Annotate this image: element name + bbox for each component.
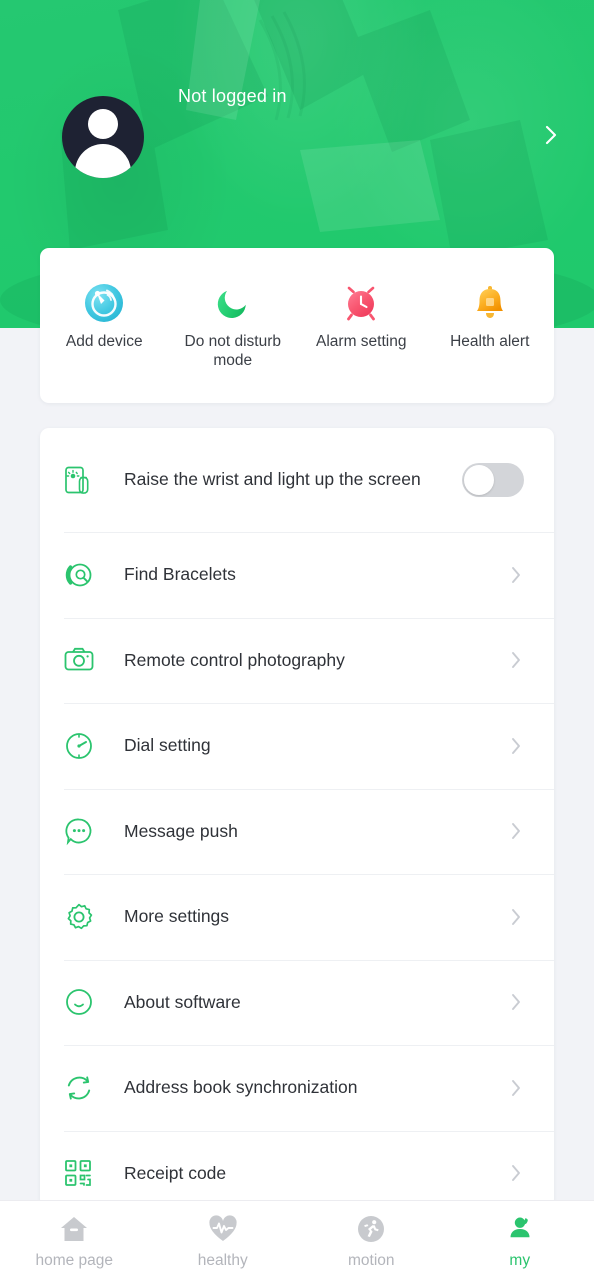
settings-row-remote-photography[interactable]: Remote control photography (40, 617, 554, 704)
settings-row-label: Remote control photography (124, 649, 345, 670)
camera-icon (64, 643, 108, 677)
quick-action-label: Add device (65, 333, 143, 350)
nav-item-label: home page (35, 1251, 114, 1269)
settings-row-label: Message push (124, 820, 238, 841)
toggle-knob (464, 465, 494, 495)
nav-item-label: healthy (197, 1251, 248, 1269)
smiley-face-icon (64, 985, 108, 1019)
settings-row-receipt-code[interactable]: Receipt code (40, 1130, 554, 1209)
moon-icon (212, 282, 254, 324)
login-status-text: Not logged in (178, 86, 287, 106)
quick-action-label: Do not disturb mode (184, 333, 282, 370)
settings-list-card: Raise the wrist and light up the screen … (40, 428, 554, 1208)
home-icon (57, 1212, 91, 1246)
wrist-raise-screen-icon (64, 463, 108, 497)
settings-row-raise-wrist[interactable]: Raise the wrist and light up the screen (40, 428, 554, 532)
nav-item-healthy[interactable]: healthy (149, 1212, 298, 1270)
settings-row-label: Dial setting (124, 735, 211, 756)
raise-wrist-toggle[interactable] (462, 463, 524, 497)
nav-item-my[interactable]: my (446, 1212, 594, 1270)
chevron-right-icon (508, 818, 524, 844)
message-bubble-icon (64, 814, 108, 848)
quick-action-label: Health alert (450, 333, 530, 350)
nav-item-motion[interactable]: motion (297, 1212, 446, 1270)
nav-item-home-page[interactable]: home page (0, 1212, 149, 1270)
settings-row-find-bracelets[interactable]: Find Bracelets (40, 532, 554, 618)
quick-actions-card: Add device Do not disturb mode Alarm set… (40, 248, 554, 403)
person-icon (503, 1212, 537, 1246)
chevron-right-icon (508, 1160, 524, 1186)
quick-action-add-device[interactable]: Add device (40, 282, 169, 351)
sync-refresh-icon (64, 1071, 108, 1105)
quick-action-alarm-setting[interactable]: Alarm setting (297, 282, 426, 351)
chevron-right-icon (508, 647, 524, 673)
settings-row-address-book-sync[interactable]: Address book synchronization (40, 1045, 554, 1131)
settings-row-label: Find Bracelets (124, 564, 236, 585)
watch-dial-icon (64, 729, 108, 763)
gear-icon (64, 900, 108, 934)
running-person-icon (354, 1212, 388, 1246)
settings-row-label: Receipt code (124, 1162, 227, 1183)
nav-item-label: my (509, 1251, 531, 1269)
nav-item-label: motion (347, 1251, 395, 1269)
chevron-right-icon (508, 1075, 524, 1101)
avatar[interactable] (62, 96, 144, 178)
settings-row-label: Address book synchronization (124, 1077, 358, 1098)
quick-action-label: Alarm setting (316, 333, 407, 350)
settings-row-message-push[interactable]: Message push (40, 788, 554, 875)
quick-action-do-not-disturb[interactable]: Do not disturb mode (169, 282, 298, 371)
chevron-right-icon (508, 904, 524, 930)
chevron-right-icon (508, 562, 524, 588)
settings-row-label: About software (124, 991, 241, 1012)
profile-chevron-right-icon[interactable] (544, 122, 558, 148)
settings-row-dial-setting[interactable]: Dial setting (40, 703, 554, 789)
bell-icon (469, 282, 511, 324)
app-root: Not logged in Add device Do not disturb … (0, 0, 594, 1280)
qr-code-icon (64, 1156, 108, 1190)
chevron-right-icon (508, 989, 524, 1015)
settings-row-about-software[interactable]: About software (40, 959, 554, 1046)
bottom-navigation-bar: home page healthy motion my (0, 1200, 594, 1280)
chevron-right-icon (508, 733, 524, 759)
settings-row-label: More settings (124, 906, 230, 927)
quick-action-health-alert[interactable]: Health alert (426, 282, 555, 351)
settings-row-label: Raise the wrist and light up the screen (124, 469, 421, 490)
add-device-icon (83, 282, 125, 324)
avatar-head (88, 109, 118, 139)
heart-pulse-icon (206, 1212, 240, 1246)
alarm-clock-icon (340, 282, 382, 324)
settings-row-more-settings[interactable]: More settings (40, 874, 554, 960)
avatar-body (75, 144, 131, 178)
find-bracelet-icon (64, 558, 108, 592)
